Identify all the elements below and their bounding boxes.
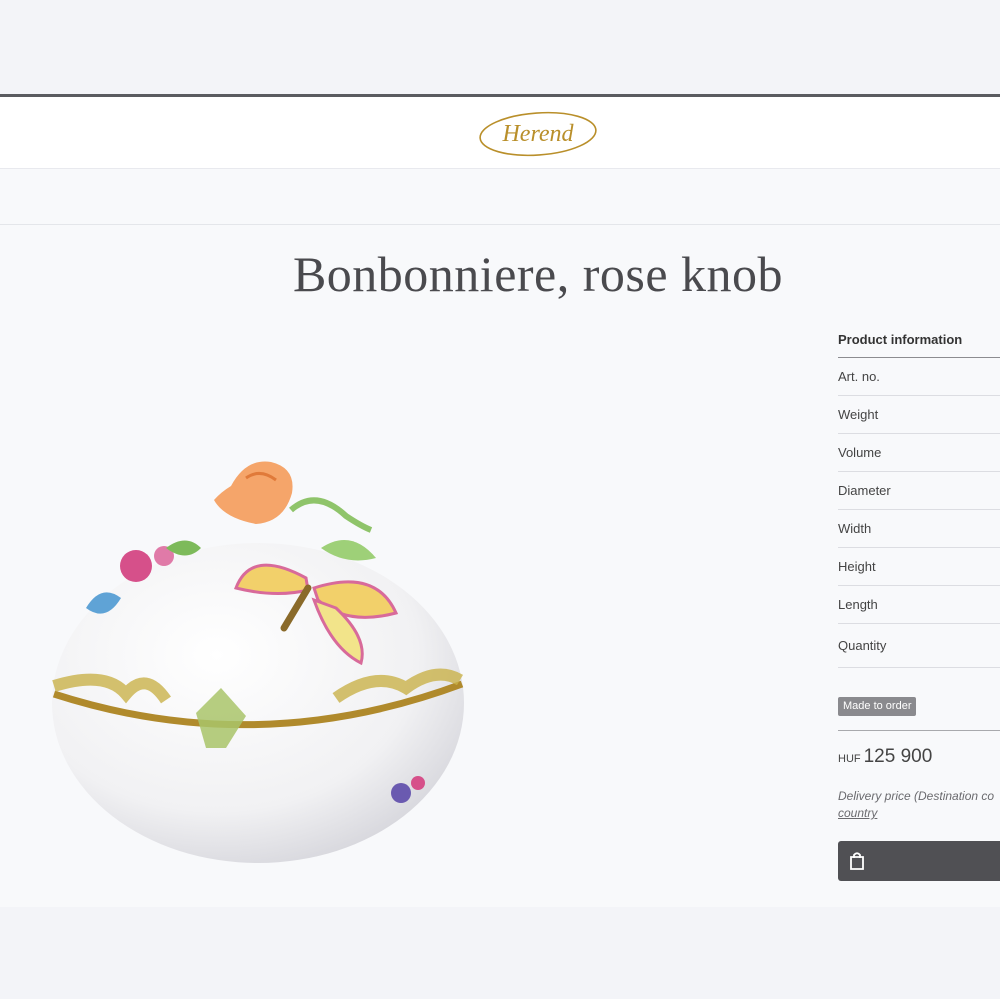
divider — [838, 730, 1000, 731]
info-row-width: Width — [838, 510, 1000, 548]
info-row-art-no: Art. no. — [838, 358, 1000, 396]
shopping-bag-icon — [850, 852, 864, 870]
info-row-height: Height — [838, 548, 1000, 586]
made-to-order-badge: Made to order — [838, 697, 917, 716]
price-currency: HUF — [838, 753, 861, 765]
browser-backdrop-bottom — [0, 907, 1000, 999]
price: HUF 125 900 — [838, 746, 932, 768]
product-information: Product information Art. no. Weight Volu… — [838, 322, 1000, 668]
delivery-price-text: Delivery price (Destination co — [838, 789, 995, 803]
product-information-heading: Product information — [838, 322, 1000, 358]
site-header: Herend — [0, 94, 1000, 169]
delivery-country-link[interactable]: country — [838, 805, 1000, 822]
navigation-bar — [0, 169, 1000, 225]
browser-backdrop-top — [0, 0, 1000, 94]
info-row-length: Length — [838, 586, 1000, 624]
delivery-info: Delivery price (Destination co country — [838, 788, 1000, 822]
price-amount: 125 900 — [863, 746, 933, 767]
product-title: Bonbonniere, rose knob — [292, 246, 784, 302]
info-row-weight: Weight — [838, 396, 1000, 434]
product-image[interactable] — [46, 448, 470, 868]
herend-logo[interactable]: Herend — [476, 109, 600, 159]
info-row-volume: Volume — [838, 434, 1000, 472]
info-row-diameter: Diameter — [838, 472, 1000, 510]
quantity-label: Quantity — [838, 624, 1000, 668]
logo-text: Herend — [501, 121, 574, 147]
add-to-cart-button[interactable] — [838, 841, 1000, 881]
